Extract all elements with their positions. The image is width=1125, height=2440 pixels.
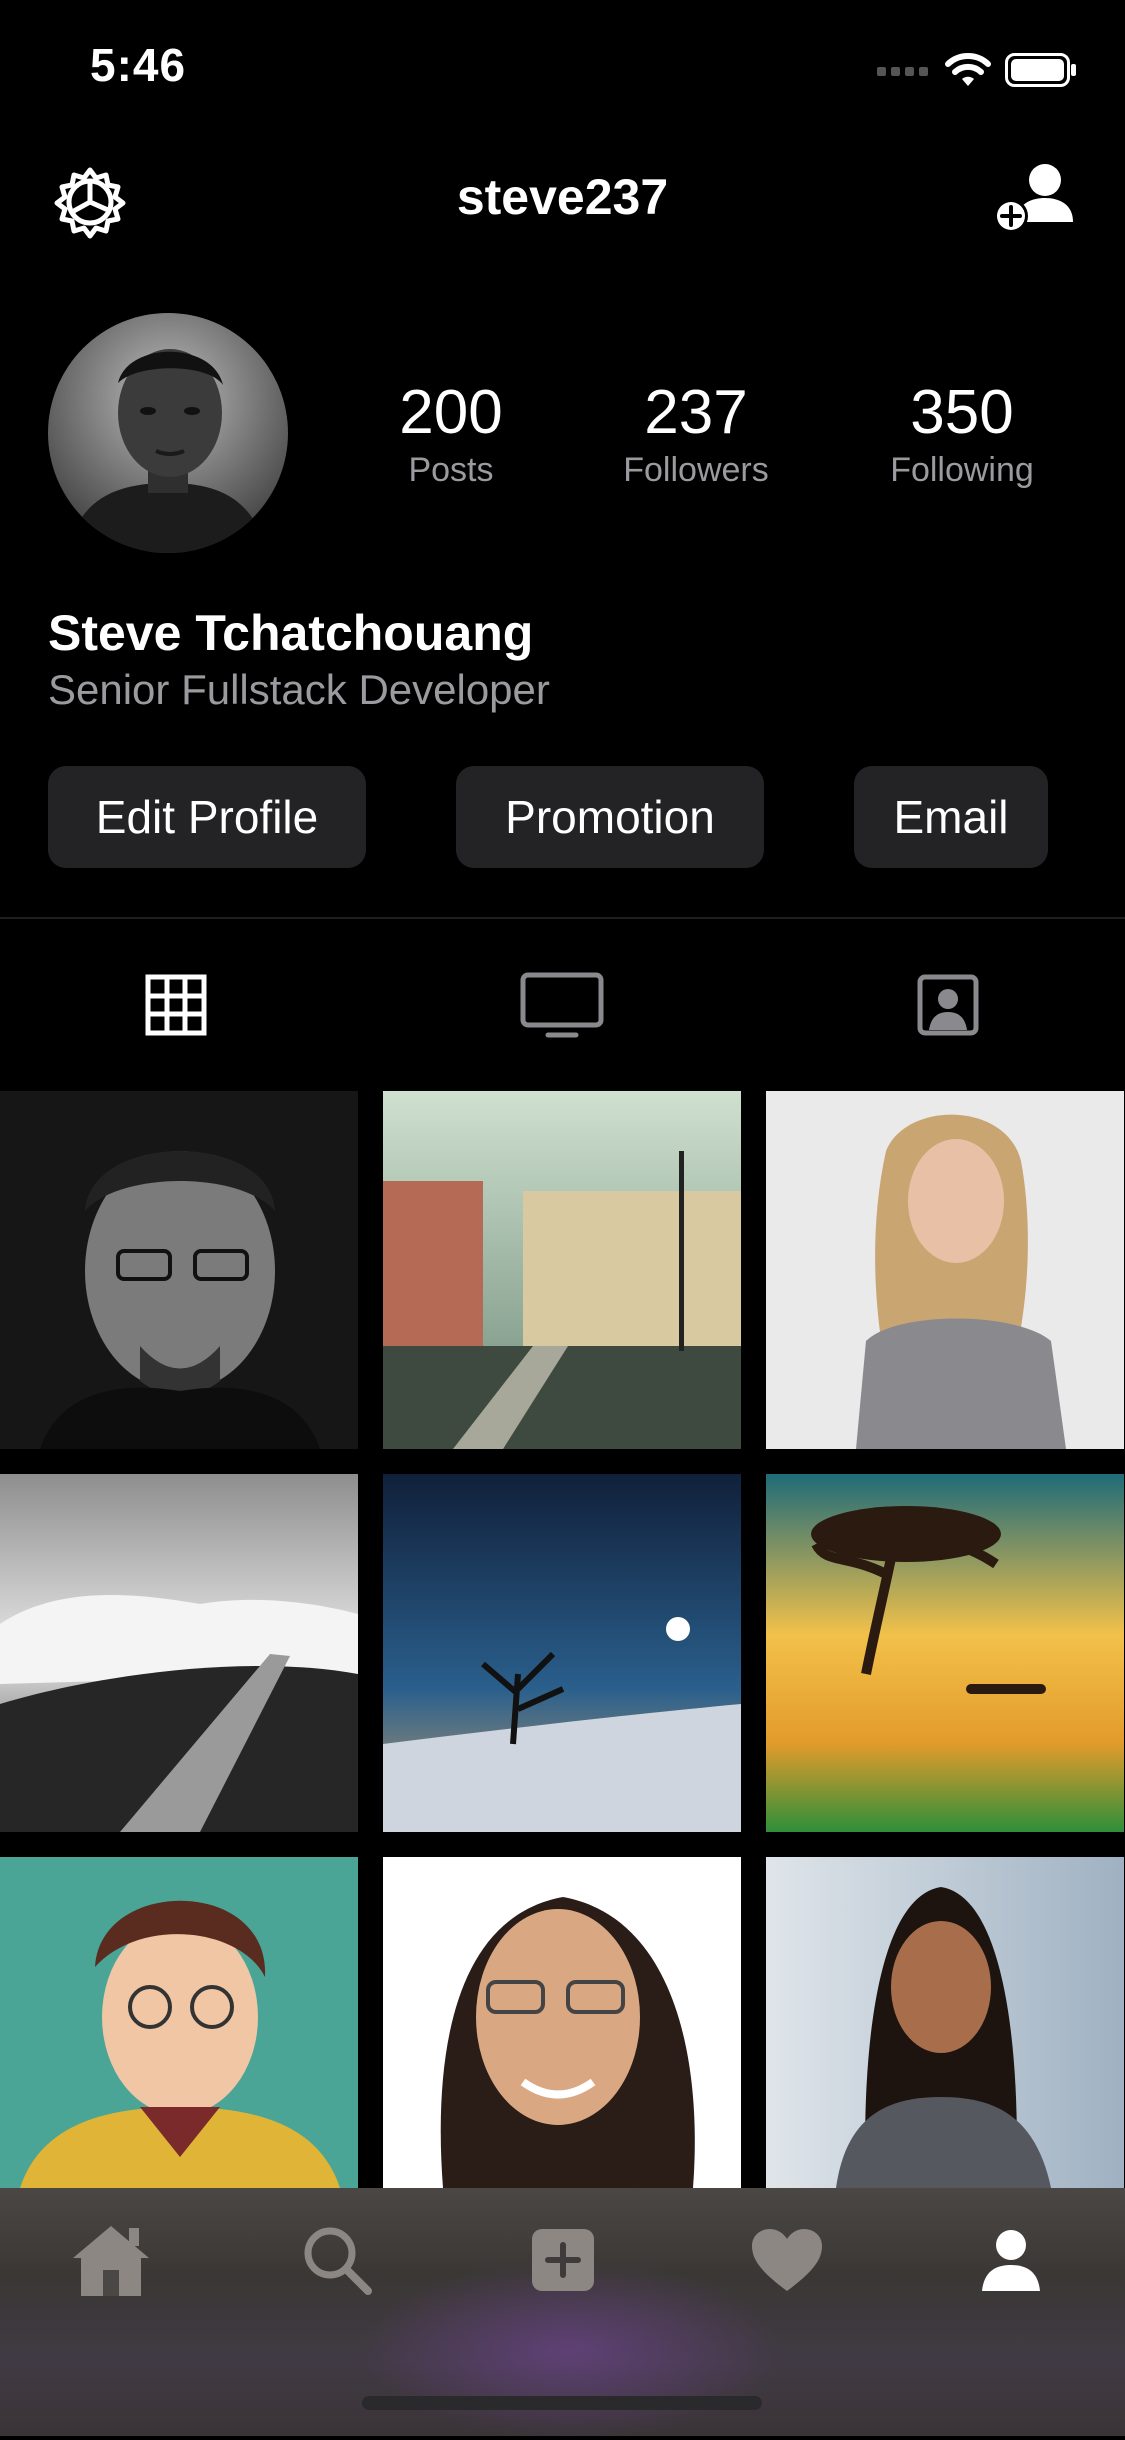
tabbar-profile[interactable]	[956, 2210, 1066, 2310]
grid-icon	[145, 974, 207, 1036]
cellular-signal-icon	[877, 67, 928, 76]
status-icons	[877, 48, 1077, 92]
stat-following[interactable]: 350 Following	[862, 378, 1062, 490]
status-time: 5:46	[90, 39, 187, 91]
grid-photo[interactable]	[766, 1857, 1124, 2188]
tabbar-add-post[interactable]	[508, 2210, 618, 2310]
email-button[interactable]: Email	[854, 766, 1048, 868]
following-count: 350	[910, 378, 1014, 447]
grid-photo[interactable]	[766, 1091, 1124, 1449]
tv-icon	[520, 972, 604, 1038]
grid-photo[interactable]	[383, 1091, 741, 1449]
profile-bio: Senior Fullstack Developer	[48, 666, 550, 713]
home-indicator[interactable]	[362, 2396, 762, 2410]
profile-icon	[982, 2230, 1040, 2291]
search-icon	[304, 2227, 372, 2295]
heart-icon	[752, 2229, 822, 2291]
grid-photo[interactable]	[383, 1857, 741, 2188]
display-name: Steve Tchatchouang	[48, 605, 534, 661]
tab-grid[interactable]	[116, 960, 236, 1050]
promotion-button[interactable]: Promotion	[456, 766, 764, 868]
add-user-icon	[994, 164, 1073, 233]
profile-avatar[interactable]	[48, 313, 288, 553]
wifi-icon	[945, 53, 991, 86]
add-friend-button[interactable]	[993, 160, 1075, 240]
followers-count: 237	[644, 378, 748, 447]
avatar-photo	[48, 313, 288, 553]
home-icon	[73, 2226, 149, 2296]
section-divider	[0, 917, 1125, 919]
followers-label: Followers	[623, 451, 769, 489]
tab-tagged[interactable]	[888, 960, 1008, 1050]
following-label: Following	[890, 451, 1034, 489]
stat-posts[interactable]: 200 Posts	[351, 378, 551, 490]
edit-profile-button[interactable]: Edit Profile	[48, 766, 366, 868]
tabbar-search[interactable]	[282, 2210, 392, 2310]
tab-videos[interactable]	[502, 960, 622, 1050]
grid-photo[interactable]	[766, 1474, 1124, 1832]
grid-photo[interactable]	[0, 1474, 358, 1832]
grid-photo[interactable]	[0, 1091, 358, 1449]
battery-icon	[1005, 53, 1076, 87]
posts-count: 200	[399, 378, 503, 447]
posts-label: Posts	[408, 451, 494, 489]
profile-username: steve237	[456, 169, 669, 225]
grid-photo[interactable]	[0, 1857, 358, 2188]
tagged-person-icon	[917, 974, 979, 1036]
add-post-icon	[532, 2229, 594, 2291]
tabbar-home[interactable]	[56, 2210, 166, 2310]
grid-photo[interactable]	[383, 1474, 741, 1832]
tabbar-activity[interactable]	[732, 2210, 842, 2310]
stat-followers[interactable]: 237 Followers	[596, 378, 796, 490]
